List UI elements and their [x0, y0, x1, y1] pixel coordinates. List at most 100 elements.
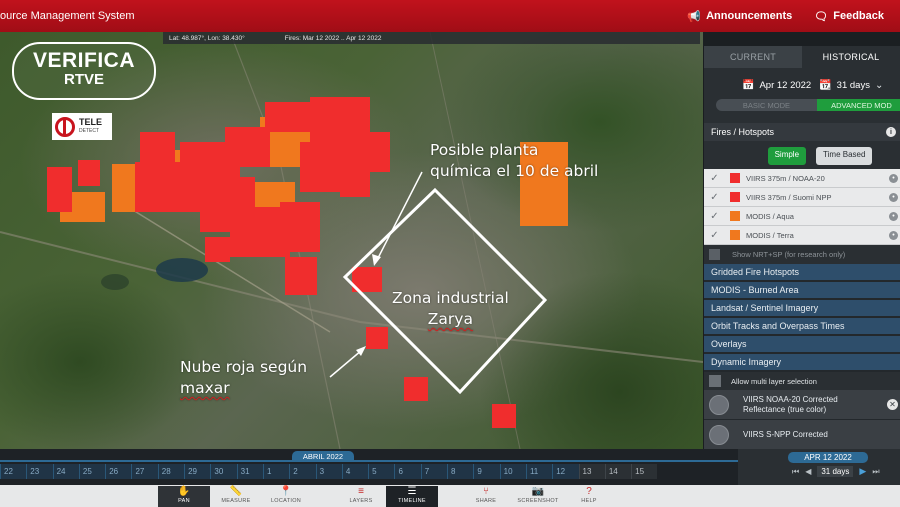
- timeline-day[interactable]: 26: [105, 464, 132, 479]
- calendar-range-icon: 📆: [819, 79, 832, 91]
- more-icon[interactable]: •: [889, 192, 898, 202]
- fire-hotspot: [355, 132, 390, 172]
- simple-filter-button[interactable]: Simple: [767, 147, 807, 165]
- category-landsat-sentinel[interactable]: Landsat / Sentinel Imagery: [704, 300, 900, 318]
- layer-viirs-noaa20[interactable]: ✓ VIIRS 375m / NOAA-20 •: [704, 169, 900, 188]
- timeline: ABRIL 2022 22 23 24 25 26 27 28 29 30 31 1 2 3 4 5 6 7 8 9…: [0, 449, 900, 485]
- fire-hotspot: [366, 327, 388, 349]
- tool-timeline[interactable]: ☰ TIMELINE: [386, 486, 438, 507]
- checkmark-icon[interactable]: ✓: [709, 230, 720, 241]
- announcements-link[interactable]: 📢 Announcements: [687, 10, 792, 23]
- timeline-day[interactable]: 31: [236, 464, 263, 479]
- tool-pan[interactable]: ✋ PAN: [158, 486, 210, 507]
- category-dynamic-imagery[interactable]: Dynamic Imagery: [704, 354, 900, 372]
- timeline-day[interactable]: 5: [368, 464, 395, 479]
- timeline-range-select[interactable]: 31 days: [817, 466, 854, 477]
- imagery-item[interactable]: VIIRS NOAA-20 Corrected Reflectance (tru…: [704, 390, 900, 420]
- range-picker[interactable]: 📆 31 days ⌄: [819, 80, 883, 91]
- chat-icon: 🗨: [814, 10, 829, 23]
- layer-viirs-suomi[interactable]: ✓ VIIRS 375m / Suomi NPP •: [704, 188, 900, 207]
- checkmark-icon[interactable]: ✓: [709, 211, 720, 222]
- timeline-day[interactable]: 15: [631, 464, 658, 479]
- imagery-item[interactable]: VIIRS S-NPP Corrected: [704, 420, 900, 449]
- timeline-day[interactable]: 30: [210, 464, 237, 479]
- megaphone-icon: 📢: [687, 10, 702, 23]
- teledetect-logo: TELE DETECT: [52, 113, 112, 140]
- timeline-day[interactable]: 29: [184, 464, 211, 479]
- timeline-day[interactable]: 9: [473, 464, 500, 479]
- fires-filter: Simple Time Based: [704, 141, 900, 169]
- tool-layers[interactable]: ≡ LAYERS: [335, 486, 387, 507]
- timeline-day[interactable]: 10: [499, 464, 526, 479]
- fire-hotspot: [47, 167, 72, 212]
- layer-modis-terra[interactable]: ✓ MODIS / Terra •: [704, 226, 900, 245]
- fire-hotspot: [140, 132, 175, 162]
- hand-icon: ✋: [177, 486, 191, 497]
- timeline-day[interactable]: 22: [0, 464, 27, 479]
- tool-location[interactable]: 📍 LOCATION: [260, 486, 312, 507]
- timeline-day[interactable]: 23: [26, 464, 53, 479]
- tool-measure[interactable]: 📏 MEASURE: [210, 486, 262, 507]
- close-icon[interactable]: ✕: [887, 399, 898, 410]
- tool-screenshot[interactable]: 📷 SCREENSHOT: [512, 486, 564, 507]
- nrt-checkbox[interactable]: [709, 249, 720, 260]
- skip-forward-icon[interactable]: ⏭: [872, 467, 879, 477]
- fire-hotspot: [205, 237, 230, 262]
- timeline-selected-date[interactable]: APR 12 2022: [788, 452, 868, 463]
- timeline-day[interactable]: 6: [394, 464, 421, 479]
- tool-help[interactable]: ? HELP: [563, 486, 615, 507]
- map-view[interactable]: Lat: 48.987°, Lon: 38.430° Fires: Mar 12…: [0, 32, 703, 449]
- category-modis-burned-area[interactable]: MODIS - Burned Area: [704, 282, 900, 300]
- coordinates-readout: Lat: 48.987°, Lon: 38.430° Fires: Mar 12…: [163, 32, 700, 44]
- feedback-link[interactable]: 🗨 Feedback: [814, 10, 884, 23]
- allow-multi-checkbox[interactable]: [709, 375, 721, 387]
- timeline-day[interactable]: 25: [78, 464, 106, 479]
- timeline-days[interactable]: 22 23 24 25 26 27 28 29 30 31 1 2 3 4 5 6 7 8 9 10 11 12 13 14 1…: [0, 464, 738, 479]
- basic-mode-button[interactable]: BASIC MODE: [716, 99, 817, 111]
- timeline-day[interactable]: 11: [525, 464, 553, 479]
- date-picker[interactable]: 📅 Apr 12 2022: [742, 80, 811, 91]
- fire-hotspot: [265, 102, 310, 132]
- tab-current[interactable]: CURRENT: [704, 46, 802, 68]
- timeline-day[interactable]: 27: [131, 464, 158, 479]
- step-back-icon[interactable]: ◀: [805, 467, 811, 476]
- color-swatch: [730, 173, 740, 183]
- category-overlays[interactable]: Overlays: [704, 336, 900, 354]
- more-icon[interactable]: •: [889, 173, 898, 183]
- timeline-day[interactable]: 24: [52, 464, 79, 479]
- timeline-day[interactable]: 13: [578, 464, 605, 479]
- nrt-option[interactable]: Show NRT+SP (for research only): [704, 245, 900, 264]
- timeline-day[interactable]: 28: [157, 464, 185, 479]
- category-orbit-tracks[interactable]: Orbit Tracks and Overpass Times: [704, 318, 900, 336]
- time-based-filter-button[interactable]: Time Based: [816, 147, 873, 165]
- timeline-range-bar: [0, 460, 738, 462]
- play-icon[interactable]: ▶: [859, 466, 866, 477]
- tab-historical[interactable]: HISTORICAL: [802, 46, 900, 68]
- allow-multi-layer[interactable]: Allow multi layer selection: [704, 372, 900, 390]
- checkmark-icon[interactable]: ✓: [709, 173, 720, 184]
- category-gridded-fire-hotspots[interactable]: Gridded Fire Hotspots: [704, 264, 900, 282]
- timeline-day[interactable]: 4: [341, 464, 369, 479]
- timeline-day[interactable]: 12: [552, 464, 579, 479]
- layers-icon: ≡: [358, 486, 364, 497]
- timeline-day[interactable]: 3: [315, 464, 342, 479]
- layer-modis-aqua[interactable]: ✓ MODIS / Aqua •: [704, 207, 900, 226]
- checkmark-icon[interactable]: ✓: [709, 192, 720, 203]
- advanced-mode-button[interactable]: ADVANCED MOD: [816, 99, 900, 111]
- timeline-day[interactable]: 14: [604, 464, 632, 479]
- fire-hotspot: [225, 127, 270, 167]
- lake: [101, 274, 129, 290]
- fires-section-header[interactable]: Fires / Hotspots i: [704, 123, 900, 141]
- camera-icon: 📷: [531, 486, 545, 497]
- info-icon[interactable]: i: [886, 127, 896, 137]
- timeline-day[interactable]: 2: [289, 464, 316, 479]
- skip-back-icon[interactable]: ⏮: [792, 467, 799, 477]
- tool-share[interactable]: ⑂ SHARE: [460, 486, 512, 507]
- timeline-day[interactable]: 8: [447, 464, 474, 479]
- more-icon[interactable]: •: [889, 211, 898, 221]
- ruler-icon: 📏: [229, 486, 243, 497]
- more-icon[interactable]: •: [889, 230, 898, 240]
- timeline-day[interactable]: 7: [420, 464, 448, 479]
- timeline-day[interactable]: 1: [262, 464, 290, 479]
- bottom-toolbar: ✋ PAN 📏 MEASURE 📍 LOCATION ≡ LAYERS ☰ TI…: [0, 485, 900, 507]
